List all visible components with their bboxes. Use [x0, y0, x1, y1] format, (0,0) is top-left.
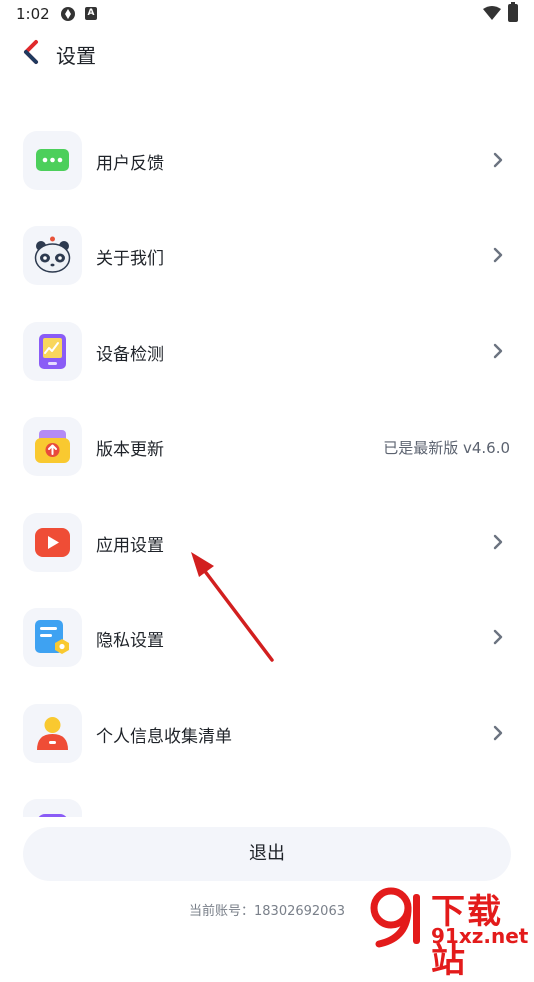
tablet-chart-icon [39, 334, 66, 369]
partial-item-icon-box [23, 799, 82, 817]
icon-box [23, 513, 82, 572]
account-prefix: 当前账号： [189, 904, 255, 919]
settings-item-label: 应用设置 [96, 536, 164, 556]
icon-box [23, 417, 82, 476]
list-item-partial-bottom[interactable] [0, 781, 534, 817]
chevron-right-icon [493, 152, 503, 168]
app-notification-icon: A [85, 7, 97, 20]
icon-box [23, 704, 82, 763]
version-status-text: 已是最新版 v4.6.0 [383, 439, 510, 457]
status-bar: 1:02 A [0, 0, 534, 28]
icon-box [23, 608, 82, 667]
wifi-icon [483, 6, 501, 20]
upload-box-icon [35, 430, 70, 463]
icon-box [23, 322, 82, 381]
icon-box [23, 226, 82, 285]
panda-icon [34, 236, 71, 273]
settings-list[interactable]: 用户反馈 关于我们 设备检测 版本更新 已是最新版 v4.6.0 应用设置 隐私… [0, 75, 534, 817]
play-icon [35, 528, 70, 557]
chevron-right-icon [493, 629, 503, 645]
settings-item-label: 版本更新 [96, 440, 164, 460]
settings-item-label: 隐私设置 [96, 631, 164, 651]
settings-item-label: 关于我们 [96, 249, 164, 269]
account-number: 18302692063 [254, 904, 345, 919]
settings-item-about[interactable]: 关于我们 [0, 208, 534, 304]
list-item-partial-top[interactable] [0, 75, 534, 93]
chevron-right-icon [493, 247, 503, 263]
site-watermark: 下载站 91xz.net [365, 882, 533, 981]
settings-item-version-update[interactable]: 版本更新 已是最新版 v4.6.0 [0, 399, 534, 495]
page-title: 设置 [56, 44, 96, 68]
back-chevron-icon[interactable] [18, 38, 46, 66]
watermark-logo-icon [370, 887, 420, 948]
chevron-right-icon [493, 534, 503, 550]
settings-item-label: 用户反馈 [96, 154, 164, 174]
logout-button[interactable]: 退出 [23, 827, 511, 881]
watermark-site: 91xz.net [431, 924, 529, 948]
battery-icon [508, 2, 518, 22]
header: 设置 [0, 28, 534, 76]
sync-status-icon [61, 7, 75, 21]
chevron-right-icon [493, 725, 503, 741]
settings-item-label: 个人信息收集清单 [96, 727, 232, 747]
status-time: 1:02 [16, 5, 50, 23]
chat-bubble-icon [36, 149, 69, 171]
person-icon [37, 717, 68, 750]
settings-item-feedback[interactable]: 用户反馈 [0, 113, 534, 209]
chevron-right-icon [493, 343, 503, 359]
purple-app-icon [38, 814, 67, 817]
settings-item-device-check[interactable]: 设备检测 [0, 304, 534, 400]
settings-item-app-settings[interactable]: 应用设置 [0, 495, 534, 591]
document-shield-icon [35, 620, 69, 654]
settings-item-label: 设备检测 [96, 345, 164, 365]
settings-item-privacy[interactable]: 隐私设置 [0, 590, 534, 686]
icon-box [23, 131, 82, 190]
settings-item-personal-info[interactable]: 个人信息收集清单 [0, 686, 534, 782]
